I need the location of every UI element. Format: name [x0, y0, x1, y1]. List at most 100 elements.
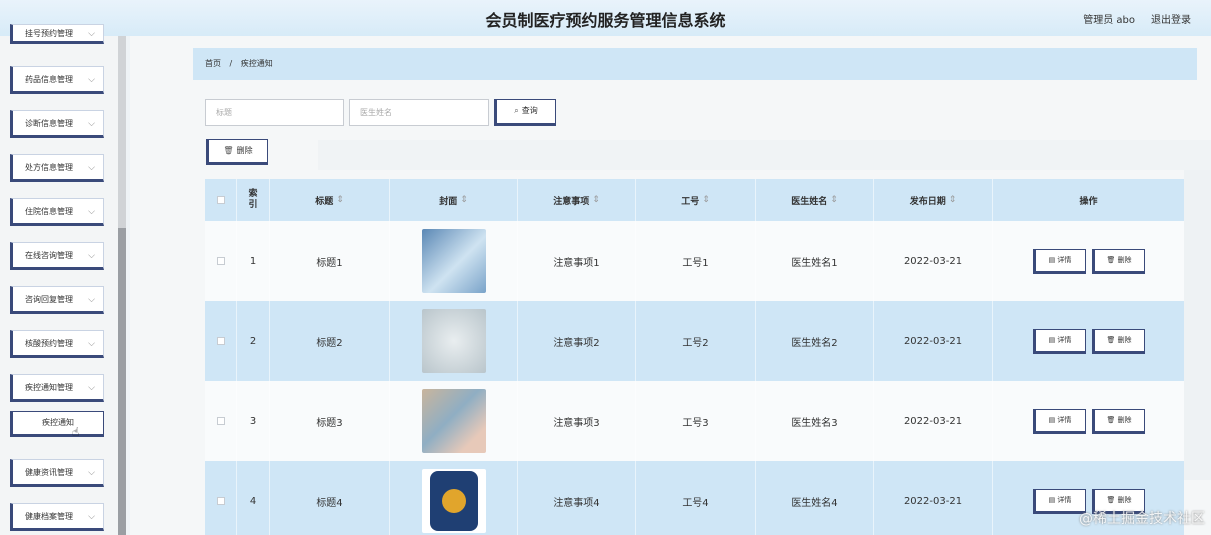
sidebar-subitem-disease-notice[interactable]: 疾控通知 — [10, 411, 104, 437]
detail-button[interactable]: ▤ 详情 — [1032, 488, 1086, 514]
cell-actions: ▤ 详情 🗑 删除 — [993, 301, 1184, 381]
cell-job-no: 工号1 — [636, 221, 756, 301]
cell-actions: ▤ 详情 🗑 删除 — [993, 221, 1184, 301]
sort-icon: ⇕ — [592, 195, 600, 205]
sidebar-item-label: 住院信息管理 — [25, 207, 73, 216]
row-checkbox[interactable] — [216, 417, 225, 425]
sidebar-item-prescription[interactable]: 处方信息管理 ⌵ — [10, 154, 104, 182]
sidebar-item-disease-notice[interactable]: 疾控通知管理 ⌵ — [10, 374, 104, 402]
sidebar-item-label: 药品信息管理 — [25, 75, 73, 84]
header-index[interactable]: 索引 — [237, 179, 270, 221]
header-doctor[interactable]: 医生姓名 ⇕ — [756, 179, 874, 221]
select-all-checkbox[interactable] — [216, 196, 225, 204]
cell-title: 标题4 — [270, 461, 390, 535]
detail-label: 详情 — [1057, 415, 1072, 424]
delete-button[interactable]: 🗑 删除 — [1091, 408, 1145, 434]
cell-note: 注意事项2 — [518, 301, 636, 381]
cell-index: 2 — [237, 301, 270, 381]
trash-icon: 🗑 — [1106, 495, 1116, 504]
sidebar-item-hospitalization[interactable]: 住院信息管理 ⌵ — [10, 198, 104, 226]
sidebar-item-health-news[interactable]: 健康资讯管理 ⌵ — [10, 459, 104, 487]
doctor-search-input[interactable]: 医生姓名 — [349, 99, 489, 126]
cell-job-no: 工号4 — [636, 461, 756, 535]
header-title[interactable]: 标题 ⇕ — [270, 179, 390, 221]
chevron-down-icon: ⌵ — [88, 75, 95, 85]
trash-icon: 🗑 — [1106, 415, 1116, 424]
cover-image-family-logo[interactable] — [421, 469, 486, 533]
cell-actions: ▤ 详情 🗑 删除 — [993, 381, 1184, 461]
admin-label: 管理员 abo — [1083, 15, 1135, 26]
cell-note: 注意事项1 — [518, 221, 636, 301]
delete-button[interactable]: 🗑 删除 — [1091, 328, 1145, 354]
row-checkbox[interactable] — [216, 257, 225, 265]
chevron-down-icon: ⌵ — [88, 339, 95, 349]
sidebar-item-registration[interactable]: 挂号预约管理 ⌵ — [10, 24, 104, 44]
row-checkbox[interactable] — [216, 337, 225, 345]
row-checkbox[interactable] — [216, 497, 225, 505]
table-header-row: 索引 标题 ⇕ 封面 ⇕ 注意事项 ⇕ 工号 ⇕ 医生姓名 ⇕ 发布日期 ⇕ 操作 — [205, 179, 1184, 221]
cover-image-stethoscope[interactable] — [421, 229, 486, 293]
sidebar-item-drugs[interactable]: 药品信息管理 ⌵ — [10, 66, 104, 94]
chevron-down-icon: ⌵ — [88, 295, 95, 305]
header-title-label: 标题 — [315, 196, 334, 207]
cover-image-doctor-patient[interactable] — [421, 389, 486, 453]
chevron-down-icon: ⌵ — [88, 29, 95, 39]
header-date[interactable]: 发布日期 ⇕ — [874, 179, 993, 221]
sidebar-scrollbar-thumb[interactable] — [118, 228, 126, 535]
cell-doctor: 医生姓名2 — [756, 301, 874, 381]
header-cover[interactable]: 封面 ⇕ — [390, 179, 518, 221]
batch-delete-button[interactable]: 🗑 删除 — [206, 139, 268, 165]
delete-label: 删除 — [1117, 335, 1132, 344]
cell-index: 4 — [237, 461, 270, 535]
cell-date: 2022-03-21 — [874, 221, 993, 301]
document-icon: ▤ — [1048, 495, 1056, 504]
cell-note: 注意事项4 — [518, 461, 636, 535]
cell-cover — [390, 381, 518, 461]
delete-button[interactable]: 🗑 删除 — [1091, 248, 1145, 274]
breadcrumb-home[interactable]: 首页 — [205, 59, 221, 68]
sidebar-item-label: 健康档案管理 — [25, 512, 73, 521]
sidebar-item-label: 咨询回复管理 — [25, 295, 73, 304]
row-select-cell — [205, 221, 237, 301]
row-select-cell — [205, 381, 237, 461]
header-job-no[interactable]: 工号 ⇕ — [636, 179, 756, 221]
batch-delete-label: 删除 — [236, 146, 253, 155]
header-note[interactable]: 注意事项 ⇕ — [518, 179, 636, 221]
trash-icon: 🗑 — [1106, 255, 1116, 264]
top-bar: 会员制医疗预约服务管理信息系统 管理员 abo 退出登录 — [0, 0, 1211, 36]
cell-date: 2022-03-21 — [874, 461, 993, 535]
search-icon: ⌕ — [514, 106, 519, 115]
header-index-label: 索引 — [248, 189, 258, 210]
detail-label: 详情 — [1057, 255, 1072, 264]
cover-image-medical-icons[interactable] — [421, 309, 486, 373]
sidebar-item-nucleic[interactable]: 核酸预约管理 ⌵ — [10, 330, 104, 358]
detail-button[interactable]: ▤ 详情 — [1032, 248, 1086, 274]
table-row: 4 标题4 注意事项4 工号4 医生姓名4 2022-03-21 ▤ 详情 🗑 … — [205, 461, 1184, 535]
watermark: @稀土掘金技术社区 — [1079, 511, 1205, 527]
hand-cursor-icon: ☝ — [72, 425, 80, 439]
sort-icon: ⇕ — [460, 195, 468, 205]
cell-cover — [390, 221, 518, 301]
header-doctor-label: 医生姓名 — [791, 196, 828, 207]
chevron-down-icon: ⌵ — [88, 119, 95, 129]
query-button[interactable]: ⌕ 查询 — [494, 99, 556, 126]
title-search-input[interactable]: 标题 — [205, 99, 344, 126]
table-row: 1 标题1 注意事项1 工号1 医生姓名1 2022-03-21 ▤ 详情 🗑 … — [205, 221, 1184, 301]
sidebar-item-diagnosis[interactable]: 诊断信息管理 ⌵ — [10, 110, 104, 138]
select-all-cell — [205, 179, 237, 221]
logout-link[interactable]: 退出登录 — [1151, 11, 1191, 26]
sidebar-item-reply[interactable]: 咨询回复管理 ⌵ — [10, 286, 104, 314]
sidebar-item-health-records[interactable]: 健康档案管理 ⌵ — [10, 503, 104, 531]
cell-cover — [390, 461, 518, 535]
cell-cover — [390, 301, 518, 381]
trash-icon: 🗑 — [223, 146, 234, 155]
detail-button[interactable]: ▤ 详情 — [1032, 328, 1086, 354]
breadcrumb-separator: / — [229, 59, 233, 68]
header-note-label: 注意事项 — [553, 196, 590, 207]
sidebar-item-consult[interactable]: 在线咨询管理 ⌵ — [10, 242, 104, 270]
detail-button[interactable]: ▤ 详情 — [1032, 408, 1086, 434]
cell-title: 标题2 — [270, 301, 390, 381]
sort-icon: ⇕ — [830, 195, 838, 205]
sidebar-item-label: 在线咨询管理 — [25, 251, 73, 260]
delete-label: 删除 — [1117, 495, 1132, 504]
